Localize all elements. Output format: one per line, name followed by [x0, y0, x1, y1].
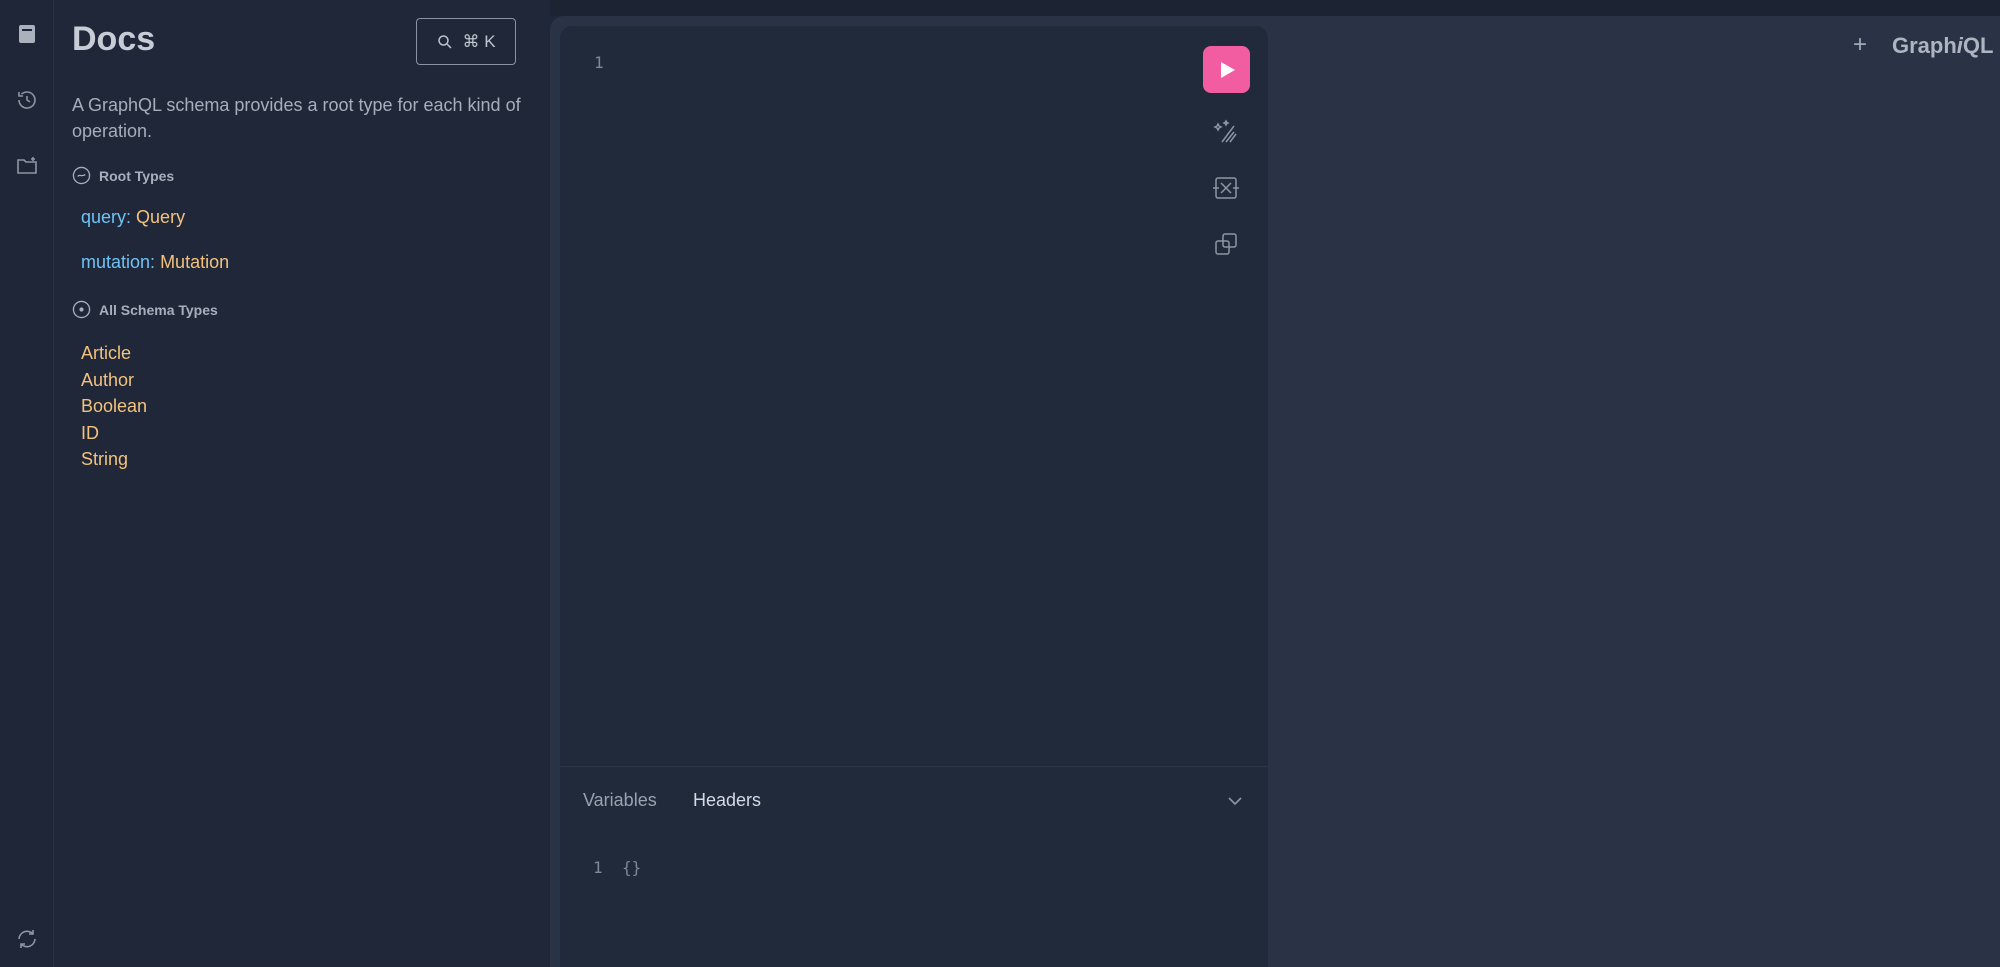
root-type-query[interactable]: query: Query: [81, 207, 185, 228]
docs-panel: Docs ⌘ K A GraphQL schema provides a roo…: [54, 0, 550, 967]
field-separator: :: [126, 207, 137, 227]
chevron-down-icon[interactable]: [1225, 791, 1245, 811]
all-schema-types-heading: All Schema Types: [72, 300, 218, 319]
all-schema-types-label: All Schema Types: [99, 301, 218, 318]
editor-divider: [560, 766, 1268, 767]
merge-fragments-button[interactable]: [1202, 165, 1250, 211]
query-editor-panel: 1 Variables Headers 1 {}: [560, 26, 1268, 967]
logo-prefix: Graph: [1892, 33, 1957, 58]
add-tab-button[interactable]: +: [1848, 31, 1872, 58]
root-types-heading: Root Types: [72, 166, 174, 185]
graphiql-logo: GraphiQL: [1892, 33, 1993, 59]
variables-editor[interactable]: {}: [622, 858, 641, 877]
refresh-schema-button[interactable]: [0, 917, 53, 961]
schema-type-boolean[interactable]: Boolean: [81, 393, 147, 420]
refresh-icon: [17, 930, 36, 948]
tab-variables[interactable]: Variables: [583, 790, 657, 811]
query-editor[interactable]: [620, 46, 1190, 746]
copy-query-button[interactable]: [1202, 221, 1250, 267]
schema-type-author[interactable]: Author: [81, 367, 147, 394]
search-shortcut: ⌘ K: [462, 31, 496, 51]
field-type-link[interactable]: Query: [136, 207, 185, 227]
history-icon: [17, 91, 36, 109]
prettify-button[interactable]: [1202, 109, 1250, 155]
execute-query-button[interactable]: [1203, 46, 1250, 93]
docs-explorer-button[interactable]: [0, 12, 53, 56]
docs-title: Docs: [72, 20, 156, 58]
sidebar-rail: [0, 0, 54, 967]
collections-button[interactable]: [0, 144, 53, 188]
field-name: mutation: [81, 252, 151, 272]
play-icon: [1220, 61, 1235, 78]
search-button[interactable]: ⌘ K: [416, 18, 516, 65]
root-types-label: Root Types: [99, 167, 175, 184]
search-icon: [438, 34, 452, 49]
schema-description: A GraphQL schema provides a root type fo…: [72, 95, 521, 141]
prettify-icon: [1213, 119, 1237, 143]
root-types-icon: [72, 166, 91, 185]
copy-icon: [1215, 233, 1237, 255]
schema-type-list: Article Author Boolean ID String: [81, 340, 147, 473]
history-button[interactable]: [0, 78, 53, 122]
schema-type-article[interactable]: Article: [81, 340, 147, 367]
field-separator: :: [150, 252, 161, 272]
schema-types-icon: [72, 300, 91, 319]
book-icon: [18, 25, 35, 43]
tab-headers[interactable]: Headers: [693, 790, 761, 811]
field-type-link[interactable]: Mutation: [160, 252, 229, 272]
query-line-number: 1: [594, 53, 604, 72]
tab-strip: [550, 0, 2000, 16]
logo-suffix: QL: [1962, 33, 1994, 58]
field-name: query: [81, 207, 127, 227]
schema-type-string[interactable]: String: [81, 446, 147, 473]
folder-plus-icon: [16, 157, 37, 174]
merge-icon: [1213, 177, 1239, 199]
root-type-mutation[interactable]: mutation: Mutation: [81, 252, 229, 273]
variables-line-number: 1: [593, 858, 603, 877]
schema-type-id[interactable]: ID: [81, 420, 147, 447]
